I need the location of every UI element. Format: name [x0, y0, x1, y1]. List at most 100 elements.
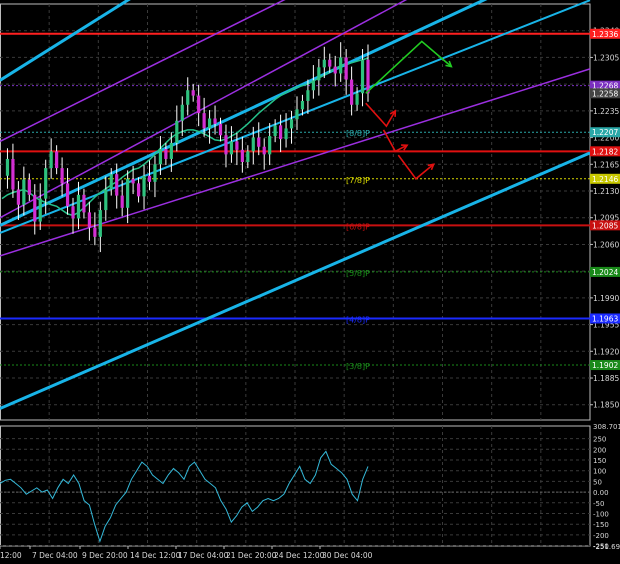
candle-body — [333, 66, 337, 74]
candle-body — [104, 189, 108, 211]
price-tick-label: 1.1885 — [593, 374, 619, 383]
candle-body — [93, 227, 97, 237]
candle-body — [322, 59, 326, 68]
time-tick-label: 7 Dec 04:00 — [32, 551, 78, 560]
candle-body — [300, 100, 305, 110]
candle-body — [328, 59, 332, 67]
candle-body — [115, 174, 119, 196]
candle-body — [27, 179, 31, 195]
cci-series-line — [0, 450, 369, 544]
cci-axis: 308.7018 250 200 150 100 50 0.00 -50 -100 -150 -20… — [593, 423, 620, 551]
candle-body — [175, 120, 179, 143]
cci-tick-label: 150 — [593, 457, 606, 465]
cci-tick-label: -251.6950 — [593, 543, 620, 551]
forecast-arrow — [365, 102, 396, 128]
cci-tick-label: -150 — [593, 521, 609, 529]
murrey-level-label: [7/8]P — [346, 176, 370, 185]
time-tick-label: 24 Dec 12:00 — [274, 551, 325, 560]
candle-body — [49, 151, 53, 169]
murrey-level-label: [3/8]P — [346, 362, 370, 371]
murrey-level-label: [4/8]P — [346, 315, 370, 324]
candle-body — [289, 119, 294, 129]
price-badge-label: 1.2207 — [592, 128, 618, 137]
candle-body — [136, 183, 141, 197]
candle-body — [164, 149, 168, 159]
candle-body — [87, 212, 92, 228]
price-badge-label: 1.2336 — [592, 30, 618, 39]
candle-body — [366, 59, 370, 94]
price-tick-label: 1.1990 — [593, 294, 619, 303]
time-tick-label: 21 Dec 20:00 — [226, 551, 277, 560]
candle-body — [295, 109, 299, 120]
price-tick-label: 1.2305 — [593, 53, 619, 62]
candle-body — [82, 194, 86, 213]
candle-body — [109, 174, 113, 190]
cci-tick-label: 50 — [593, 478, 602, 486]
price-badge-label: 1.2085 — [592, 221, 618, 230]
candle-body — [284, 128, 288, 140]
candle-body — [246, 151, 250, 163]
cci-tick-label: -50 — [593, 500, 604, 508]
candle-body — [344, 57, 348, 80]
candle-body — [158, 149, 163, 165]
price-axis: 1.23401.23051.22701.22351.22001.21651.21… — [590, 27, 620, 410]
forecast-arrows — [365, 40, 453, 180]
candle-body — [153, 164, 157, 182]
candle-body — [339, 57, 343, 74]
candle-body — [55, 151, 59, 169]
candle-body — [38, 198, 42, 222]
candle-body — [147, 175, 152, 182]
candle-body — [257, 137, 261, 147]
candle-body — [240, 149, 244, 163]
murrey-level-label: [6/8]P — [346, 222, 370, 231]
price-tick-label: 1.2130 — [593, 187, 619, 196]
cci-tick-label: 250 — [593, 436, 606, 444]
candle-body — [65, 183, 70, 207]
price-badge-label: 1.1963 — [592, 314, 618, 323]
time-tick-label-partial: 12:00 — [0, 551, 22, 560]
candle-body — [131, 178, 135, 184]
cci-line — [0, 450, 369, 544]
candle-body — [33, 194, 37, 222]
cci-tick-label: 308.7018 — [593, 423, 620, 431]
time-tick-label: 17 Dec 04:00 — [178, 551, 229, 560]
candle-body — [142, 175, 146, 197]
price-tick-label: 1.2165 — [593, 160, 619, 169]
cci-tick-label: 100 — [593, 468, 606, 476]
time-axis: 7 Dec 04:00 9 Dec 20:00 14 Dec 12:0017 Dec… — [0, 546, 373, 560]
candle-body — [22, 179, 26, 205]
candle-body — [120, 195, 124, 208]
candle-body — [5, 158, 10, 176]
price-badge-label: 1.2258 — [592, 89, 618, 98]
candle-body — [235, 141, 239, 150]
candle-body — [278, 125, 283, 140]
candle-body — [169, 142, 173, 159]
candle-body — [262, 146, 266, 155]
candle-body — [229, 141, 234, 155]
time-tick-label: 30 Dec 04:00 — [322, 551, 373, 560]
candle-body — [202, 113, 206, 129]
candle-body — [306, 90, 310, 101]
forex-chart: [8/8]P [7/8]P [6/8]P [5/8]P [4/8]P [3/8]P 1.2… — [0, 0, 620, 560]
price-badge-label: 1.1902 — [592, 361, 618, 370]
candle-body — [224, 135, 228, 155]
time-tick-label: 14 Dec 12:00 — [130, 551, 181, 560]
candle-body — [191, 90, 195, 96]
price-tick-label: 1.2235 — [593, 107, 619, 116]
candle-body — [273, 125, 277, 137]
murrey-level-label: [5/8]P — [346, 269, 370, 278]
price-badge-label: 1.2024 — [592, 268, 618, 277]
candle-body — [11, 158, 15, 190]
price-badge-label: 1.2146 — [592, 175, 618, 184]
candle-body — [126, 178, 130, 208]
candle-body — [213, 118, 217, 124]
candle-body — [207, 118, 212, 129]
candle-body — [251, 137, 255, 152]
candle-body — [186, 90, 190, 105]
candle-body — [360, 59, 365, 94]
candles — [5, 42, 370, 253]
candle-body — [76, 194, 81, 219]
candle-body — [98, 210, 102, 237]
price-tick-label: 1.2060 — [593, 240, 619, 249]
cci-tick-label: -200 — [593, 532, 609, 540]
